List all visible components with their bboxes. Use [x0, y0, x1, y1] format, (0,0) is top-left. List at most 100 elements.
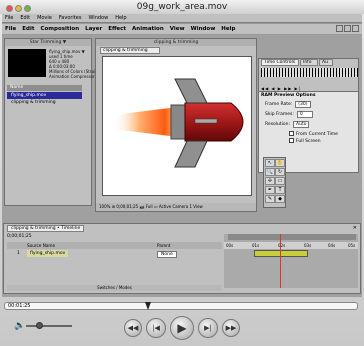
- switches-modes-toggle[interactable]: Switches / Modes: [7, 285, 222, 291]
- tools-palette: ↖ ✋ 🔍 ↻ ✢ ▭ ✒ T ✎ ◆: [263, 157, 286, 208]
- ae-menu-window[interactable]: Window: [191, 26, 216, 32]
- play-icon: ▶: [177, 321, 187, 335]
- comp-panel-title: clipping & trimming: [96, 39, 256, 46]
- frame-rate-row: Frame Rate: (30): [265, 101, 312, 108]
- from-current-time-row: From Current Time: [289, 131, 338, 137]
- play-button[interactable]: ▶: [170, 316, 194, 340]
- timeline-graph[interactable]: 00s 01s 02s 03s 04s 05s: [224, 234, 358, 288]
- step-forward-icon: ▶|: [204, 324, 212, 332]
- text-tool-icon[interactable]: T: [275, 186, 285, 194]
- tab-audio[interactable]: Au: [319, 59, 333, 66]
- time-controls-tabs: Time Controls Info Au: [259, 59, 360, 67]
- frame-rate-label: Frame Rate:: [265, 102, 293, 107]
- project-thumbnail: [8, 49, 46, 77]
- project-list-header[interactable]: Name: [7, 85, 82, 91]
- close-icon[interactable]: ✕: [353, 225, 357, 231]
- current-time-display[interactable]: 0;00;01;25: [7, 234, 32, 239]
- frame-rate-select[interactable]: (30): [295, 101, 312, 108]
- time-tick: 01s: [252, 243, 260, 248]
- restore-icon[interactable]: [344, 25, 351, 32]
- playback-time: 00:01:25: [8, 303, 31, 309]
- menu-edit[interactable]: Edit: [20, 15, 30, 21]
- time-tick: 00s: [226, 243, 234, 248]
- parent-select[interactable]: None: [157, 251, 177, 258]
- parent-header[interactable]: Parent: [157, 242, 170, 249]
- close-icon[interactable]: [352, 25, 359, 32]
- from-current-time-label: From Current Time: [296, 132, 338, 137]
- zoom-tool-icon[interactable]: 🔍: [265, 168, 275, 176]
- source-name-header[interactable]: Source Name: [27, 242, 55, 249]
- composition-viewer[interactable]: [102, 56, 252, 196]
- ae-menu-edit[interactable]: Edit: [22, 26, 34, 32]
- step-back-button[interactable]: |◀: [146, 318, 166, 338]
- window-title-bar[interactable]: 09g_work_area.mov: [0, 0, 364, 14]
- puppet-tool-icon[interactable]: ◆: [275, 195, 285, 203]
- project-panel: Star Trimming ▼ flying_ship.mov ▼ used 1…: [4, 38, 103, 206]
- tab-timeline[interactable]: clipping & trimming • Timeline: [7, 225, 85, 232]
- tab-time-controls[interactable]: Time Controls: [261, 59, 299, 66]
- ae-menu-file[interactable]: File: [5, 26, 16, 32]
- tab-composition[interactable]: clipping & trimming: [100, 47, 160, 54]
- work-area-bar[interactable]: [228, 234, 356, 240]
- zoom-window-button[interactable]: [24, 5, 31, 12]
- ae-menu-layer[interactable]: Layer: [85, 26, 102, 32]
- volume-handle[interactable]: [36, 322, 43, 329]
- pen-tool-icon[interactable]: ✒: [265, 186, 275, 194]
- full-screen-checkbox[interactable]: [289, 138, 294, 143]
- ae-menubar: File Edit Composition Layer Effect Animation V…: [2, 24, 362, 34]
- skip-frames-label: Skip Frames:: [265, 112, 294, 117]
- ae-window-buttons: [335, 25, 359, 33]
- brush-tool-icon[interactable]: ✎: [265, 195, 275, 203]
- ram-preview-title: RAM Preview Options: [261, 93, 316, 98]
- current-time-indicator[interactable]: [280, 234, 281, 288]
- step-forward-button[interactable]: ▶|: [198, 318, 218, 338]
- minimize-window-button[interactable]: [15, 5, 22, 12]
- rotate-tool-icon[interactable]: ↻: [275, 168, 285, 176]
- scrubber-bar[interactable]: 00:01:25: [4, 302, 358, 310]
- full-screen-row: Full Screen: [289, 138, 321, 144]
- selection-tool-icon[interactable]: ↖: [265, 159, 275, 167]
- fast-forward-button[interactable]: ▶▶: [222, 319, 240, 337]
- from-current-time-checkbox[interactable]: [289, 131, 294, 136]
- menu-help[interactable]: Help: [115, 15, 126, 21]
- menu-file[interactable]: File: [5, 15, 13, 21]
- ae-menu-animation[interactable]: Animation: [132, 26, 164, 32]
- layer-name[interactable]: flying_ship.mov: [27, 250, 69, 257]
- hand-tool-icon[interactable]: ✋: [275, 159, 285, 167]
- layer-duration-bar[interactable]: [254, 250, 308, 257]
- tab-info[interactable]: Info: [300, 59, 318, 66]
- rewind-icon: ◀◀: [127, 324, 139, 332]
- menu-window[interactable]: Window: [88, 15, 108, 21]
- scrubber-handle[interactable]: [145, 302, 151, 310]
- close-window-button[interactable]: [6, 5, 13, 12]
- list-item[interactable]: flying_ship.mov: [7, 92, 82, 99]
- window-title: 09g_work_area.mov: [136, 2, 228, 12]
- skip-frames-row: Skip Frames: 0: [265, 111, 313, 118]
- ae-menu-composition[interactable]: Composition: [40, 26, 79, 32]
- table-row[interactable]: 1 flying_ship.mov None: [7, 250, 222, 258]
- composition-panel: clipping & trimming clipping & trimming: [95, 38, 257, 212]
- time-ruler[interactable]: 00s 01s 02s 03s 04s 05s: [224, 242, 358, 249]
- resolution-select[interactable]: Auto: [293, 121, 310, 128]
- project-panel-title[interactable]: Star Trimming ▼: [5, 39, 91, 46]
- ae-menu-help[interactable]: Help: [221, 26, 235, 32]
- minimize-icon[interactable]: [336, 25, 343, 32]
- timeline-header: Source Name Parent: [7, 242, 222, 249]
- ae-menu-view[interactable]: View: [170, 26, 185, 32]
- player-controls: 00:01:25 🔈 ◀◀ |◀ ▶ ▶| ▶▶: [0, 297, 364, 346]
- resolution-label: Resolution:: [265, 122, 291, 127]
- volume-slider[interactable]: [26, 325, 72, 327]
- skip-frames-input[interactable]: 0: [296, 111, 313, 118]
- time-controls-ruler: [261, 68, 358, 77]
- list-item[interactable]: clipping & trimming: [7, 99, 82, 106]
- menu-favorites[interactable]: Favorites: [59, 15, 82, 21]
- pan-behind-tool-icon[interactable]: ✢: [265, 177, 275, 185]
- menu-movie[interactable]: Movie: [37, 15, 52, 21]
- comp-toolbar[interactable]: 100% ⊞ 0;00;01;25 📷 Full ▭ Active Camera…: [96, 203, 256, 211]
- mask-tool-icon[interactable]: ▭: [275, 177, 285, 185]
- step-back-icon: |◀: [152, 324, 160, 332]
- ae-menu-effect[interactable]: Effect: [108, 26, 126, 32]
- layer-number: 1: [17, 251, 20, 256]
- rewind-button[interactable]: ◀◀: [124, 319, 142, 337]
- movie-frame: File Edit Movie Favorites Window Help File Edi…: [2, 14, 362, 297]
